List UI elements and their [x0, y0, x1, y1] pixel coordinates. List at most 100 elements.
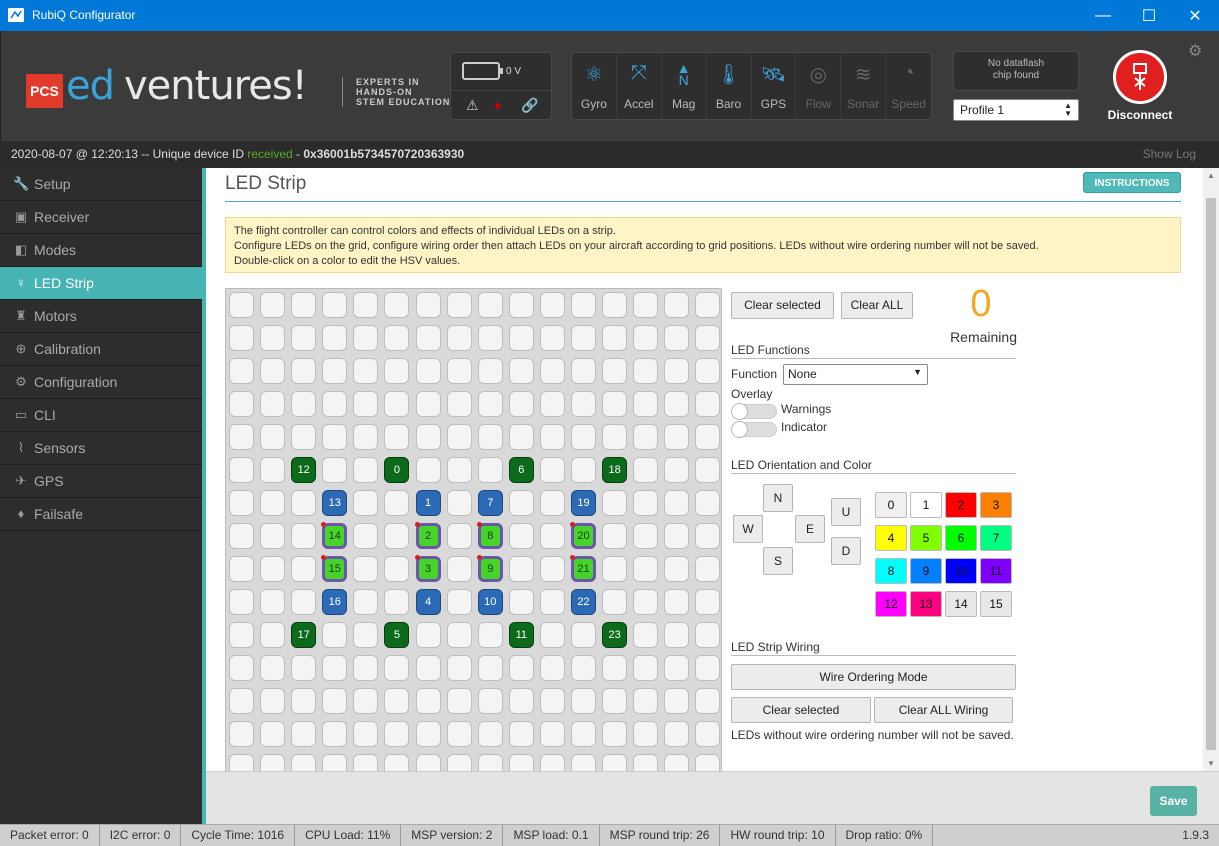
grid-cell[interactable]: [695, 292, 721, 318]
grid-cell[interactable]: [664, 457, 690, 483]
grid-cell[interactable]: [384, 688, 410, 714]
grid-cell[interactable]: [322, 754, 348, 771]
grid-cell[interactable]: [415, 358, 441, 384]
grid-cell[interactable]: [415, 424, 441, 450]
grid-cell[interactable]: [571, 292, 597, 318]
grid-cell[interactable]: [539, 490, 565, 516]
grid-cell[interactable]: [260, 523, 286, 549]
color-swatch[interactable]: 8: [875, 558, 907, 584]
grid-cell[interactable]: [291, 688, 317, 714]
grid-cell[interactable]: [695, 655, 721, 681]
led-cell[interactable]: 7: [477, 490, 503, 516]
grid-cell[interactable]: [353, 721, 379, 747]
grid-cell[interactable]: [664, 490, 690, 516]
led-cell[interactable]: 21: [570, 555, 597, 582]
grid-cell[interactable]: [446, 292, 472, 318]
grid-cell[interactable]: [477, 424, 503, 450]
grid-cell[interactable]: [446, 622, 472, 648]
grid-cell[interactable]: [602, 556, 628, 582]
grid-cell[interactable]: [633, 523, 659, 549]
grid-cell[interactable]: [353, 556, 379, 582]
grid-cell[interactable]: [539, 457, 565, 483]
grid-cell[interactable]: [695, 721, 721, 747]
led-cell[interactable]: 11: [508, 622, 534, 648]
sidebar-item-led-strip[interactable]: ♀ LED Strip: [0, 267, 202, 300]
grid-cell[interactable]: [229, 688, 254, 714]
grid-cell[interactable]: [322, 721, 348, 747]
grid-cell[interactable]: [571, 622, 597, 648]
sidebar-item-configuration[interactable]: ⚙ Configuration: [0, 366, 202, 399]
grid-cell[interactable]: [571, 721, 597, 747]
grid-cell[interactable]: [508, 490, 534, 516]
grid-cell[interactable]: [322, 391, 348, 417]
color-swatch[interactable]: 15: [980, 591, 1012, 617]
grid-cell[interactable]: [415, 325, 441, 351]
grid-cell[interactable]: [664, 292, 690, 318]
clear-all-button[interactable]: Clear ALL: [841, 292, 913, 319]
grid-cell[interactable]: [384, 754, 410, 771]
led-cell[interactable]: 2: [414, 522, 441, 549]
color-swatch[interactable]: 10: [945, 558, 977, 584]
grid-cell[interactable]: [291, 490, 317, 516]
grid-cell[interactable]: [229, 754, 254, 771]
grid-cell[interactable]: [260, 391, 286, 417]
grid-cell[interactable]: [539, 556, 565, 582]
grid-cell[interactable]: [664, 391, 690, 417]
grid-cell[interactable]: [539, 523, 565, 549]
grid-cell[interactable]: [260, 688, 286, 714]
grid-cell[interactable]: [446, 358, 472, 384]
grid-cell[interactable]: [539, 754, 565, 771]
grid-cell[interactable]: [477, 655, 503, 681]
grid-cell[interactable]: [664, 589, 690, 615]
grid-cell[interactable]: [695, 358, 721, 384]
led-cell[interactable]: 23: [602, 622, 628, 648]
grid-cell[interactable]: [633, 655, 659, 681]
color-swatch[interactable]: 0: [875, 492, 907, 518]
grid-cell[interactable]: [322, 325, 348, 351]
grid-cell[interactable]: [353, 589, 379, 615]
close-window-button[interactable]: ✕: [1172, 0, 1218, 31]
grid-cell[interactable]: [602, 688, 628, 714]
grid-cell[interactable]: [353, 358, 379, 384]
grid-cell[interactable]: [446, 424, 472, 450]
grid-cell[interactable]: [664, 556, 690, 582]
grid-cell[interactable]: [322, 622, 348, 648]
grid-cell[interactable]: [229, 457, 254, 483]
save-button[interactable]: Save: [1150, 786, 1197, 816]
grid-cell[interactable]: [446, 655, 472, 681]
grid-cell[interactable]: [229, 655, 254, 681]
color-swatch[interactable]: 4: [875, 525, 907, 551]
grid-cell[interactable]: [229, 622, 254, 648]
grid-cell[interactable]: [664, 325, 690, 351]
led-cell[interactable]: 16: [322, 589, 348, 615]
direction-down-button[interactable]: D: [831, 537, 861, 565]
grid-cell[interactable]: [291, 391, 317, 417]
grid-cell[interactable]: [260, 358, 286, 384]
led-cell[interactable]: 8: [476, 522, 503, 549]
warnings-toggle[interactable]: [731, 403, 777, 420]
direction-south-button[interactable]: S: [763, 547, 793, 575]
led-cell[interactable]: 13: [322, 490, 348, 516]
grid-cell[interactable]: [602, 589, 628, 615]
grid-cell[interactable]: [229, 358, 254, 384]
grid-cell[interactable]: [260, 457, 286, 483]
grid-cell[interactable]: [602, 292, 628, 318]
grid-cell[interactable]: [508, 688, 534, 714]
led-cell[interactable]: 19: [571, 490, 597, 516]
grid-cell[interactable]: [508, 655, 534, 681]
instructions-button[interactable]: INSTRUCTIONS: [1083, 172, 1181, 193]
direction-east-button[interactable]: E: [795, 515, 825, 543]
grid-cell[interactable]: [539, 292, 565, 318]
led-cell[interactable]: 14: [321, 522, 348, 549]
grid-cell[interactable]: [229, 490, 254, 516]
grid-cell[interactable]: [477, 721, 503, 747]
wire-clear-selected-button[interactable]: Clear selected: [731, 697, 871, 723]
grid-cell[interactable]: [322, 424, 348, 450]
grid-cell[interactable]: [446, 325, 472, 351]
grid-cell[interactable]: [571, 688, 597, 714]
sidebar-item-calibration[interactable]: ⊕ Calibration: [0, 333, 202, 366]
grid-cell[interactable]: [508, 754, 534, 771]
indicator-toggle[interactable]: [731, 421, 777, 438]
grid-cell[interactable]: [695, 622, 721, 648]
led-cell[interactable]: 1: [415, 490, 441, 516]
